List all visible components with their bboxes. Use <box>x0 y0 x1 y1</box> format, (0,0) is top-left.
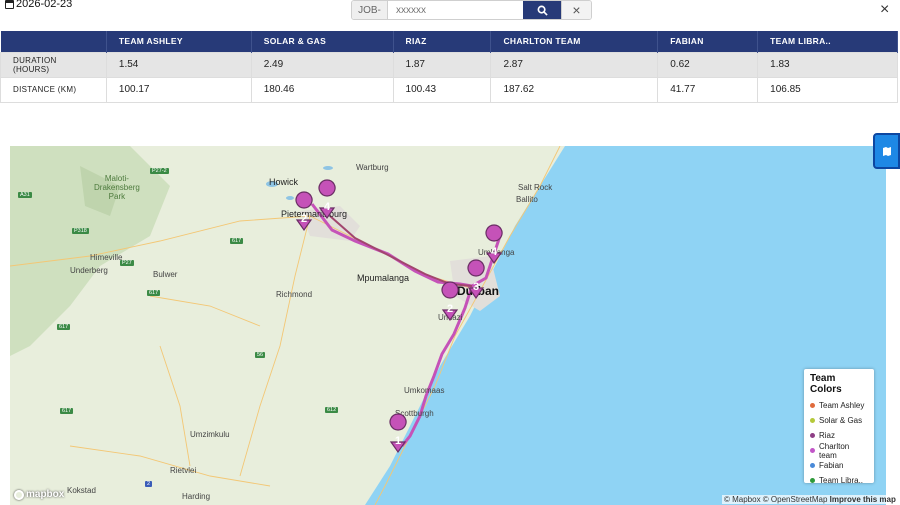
mapbox-logo-text: mapbox <box>26 489 65 500</box>
table-cell: 180.46 <box>250 76 394 103</box>
table-cell: 2.49 <box>250 51 394 78</box>
table-header-cell: RIAZ <box>393 31 492 52</box>
marker-1[interactable]: 1 <box>389 413 407 454</box>
legend-dot <box>810 403 815 408</box>
table-header-cell: SOLAR & GAS <box>251 31 394 52</box>
legend-item: Team Libra.. <box>810 473 868 488</box>
search-icon <box>537 5 548 16</box>
table-cell: 100.43 <box>392 76 492 103</box>
legend-item: Team Ashley <box>810 398 868 413</box>
clear-button[interactable]: × <box>561 1 591 19</box>
route-map[interactable]: Howick Wartburg Maloti- Drakensberg Park… <box>10 146 886 505</box>
table-cell: 2.87 <box>490 51 659 78</box>
legend-label: Team Libra.. <box>819 476 864 485</box>
legend-label: Riaz <box>819 431 836 440</box>
marker-2-a[interactable]: 2 <box>295 191 313 232</box>
legend-dot <box>810 448 815 453</box>
close-icon[interactable]: × <box>880 1 889 19</box>
legend-label: Team Ashley <box>819 401 865 410</box>
mapbox-logo[interactable]: mapbox <box>14 489 64 500</box>
legend-dot <box>810 478 815 483</box>
table-header-cell: FABIAN <box>657 31 759 52</box>
marker-label: 3 <box>473 281 479 293</box>
attribution-text[interactable]: © Mapbox © OpenStreetMap <box>724 495 827 504</box>
table-row: DISTANCE (KM) 100.17 180.46 100.43 187.6… <box>0 76 898 103</box>
job-number-input[interactable] <box>388 1 523 19</box>
table-cell: 1.87 <box>392 51 492 78</box>
table-cell: 1.54 <box>105 51 252 78</box>
legend-label: Solar & Gas <box>819 416 863 425</box>
table-cell: 100.17 <box>105 76 252 103</box>
calendar-icon <box>5 0 14 9</box>
search-button[interactable] <box>523 1 561 19</box>
table-cell: 41.77 <box>657 76 759 103</box>
legend-dot <box>810 418 815 423</box>
table-header-cell: TEAM ASHLEY <box>106 31 252 52</box>
map-toggle-button[interactable] <box>873 133 900 169</box>
team-stats-table: TEAM ASHLEY SOLAR & GAS RIAZ CHARLTON TE… <box>0 31 898 103</box>
legend-label: Charlton team <box>819 441 850 460</box>
legend-item: Fabian <box>810 458 868 473</box>
team-colors-legend: Team Colors Team Ashley Solar & Gas Riaz… <box>804 369 874 485</box>
marker-label: 4 <box>491 246 498 258</box>
map-attribution: © Mapbox © OpenStreetMap Improve this ma… <box>722 495 898 504</box>
marker-label: 2 <box>447 303 453 315</box>
marker-label: 4 <box>324 201 331 213</box>
marker-4-b[interactable]: 4 <box>485 224 503 265</box>
marker-3[interactable]: 3 <box>467 259 485 300</box>
table-header-cell: CHARLTON TEAM <box>490 31 659 52</box>
job-prefix: JOB- <box>352 1 388 19</box>
row-label: DURATION (HOURS) <box>0 51 107 78</box>
legend-label: Fabian <box>819 461 844 470</box>
marker-4-a[interactable]: 4 <box>318 179 336 220</box>
table-cell: 187.62 <box>490 76 659 103</box>
legend-item: Solar & Gas <box>810 413 868 428</box>
table-cell: 106.85 <box>757 76 898 103</box>
marker-label: 2 <box>301 213 307 225</box>
legend-title: Team Colors <box>810 373 842 395</box>
table-header-cell <box>0 31 107 52</box>
table-header-row: TEAM ASHLEY SOLAR & GAS RIAZ CHARLTON TE… <box>0 31 898 52</box>
date-display[interactable]: 2026-02-23 <box>5 0 72 10</box>
legend-dot <box>810 463 815 468</box>
row-label: DISTANCE (KM) <box>0 76 107 103</box>
map-icon <box>882 146 891 156</box>
table-header-cell: TEAM LIBRA.. <box>757 31 898 52</box>
improve-map-link[interactable]: Improve this map <box>830 495 896 504</box>
marker-label: 1 <box>395 435 401 447</box>
job-search: JOB- × <box>351 0 592 20</box>
table-cell: 1.83 <box>757 51 898 78</box>
map-markers: 1 2 2 3 4 4 <box>295 179 503 454</box>
table-cell: 0.62 <box>657 51 759 78</box>
date-text: 2026-02-23 <box>16 0 73 10</box>
table-row: DURATION (HOURS) 1.54 2.49 1.87 2.87 0.6… <box>0 51 898 78</box>
legend-dot <box>810 433 815 438</box>
top-bar: 2026-02-23 JOB- × × <box>0 0 900 31</box>
legend-item: Charlton team <box>810 441 868 460</box>
marker-2-b[interactable]: 2 <box>441 281 459 322</box>
mapbox-logo-icon <box>14 489 24 500</box>
